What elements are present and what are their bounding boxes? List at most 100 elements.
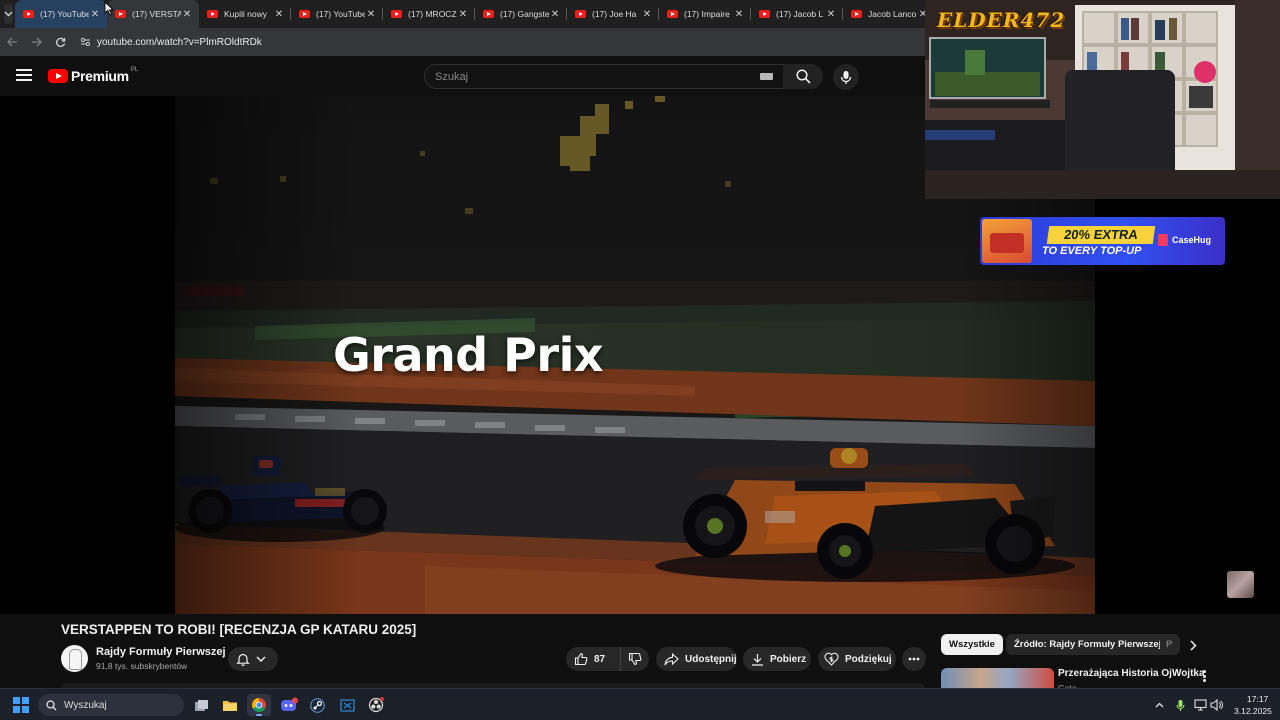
- search-icon: [795, 69, 811, 84]
- chip-source-channel[interactable]: Źródło: Rajdy Formuły Pierwszej: [1006, 634, 1170, 655]
- browser-tab[interactable]: (17) MROCZ ✕: [383, 0, 475, 28]
- tab-close-icon[interactable]: ✕: [89, 9, 101, 20]
- tab-close-icon[interactable]: ✕: [641, 9, 653, 20]
- share-button[interactable]: Udostępnij: [656, 647, 737, 671]
- tab-title: (17) YouTube: [40, 9, 89, 19]
- browser-tab[interactable]: (17) VERSTAPPEN✕: [107, 0, 199, 28]
- tab-title: (17) Joe Ha: [592, 9, 637, 19]
- tab-close-icon[interactable]: ✕: [733, 9, 745, 20]
- video-title: VERSTAPPEN TO ROBI! [RECENZJA GP KATARU …: [61, 622, 417, 637]
- windows-taskbar: Wyszukaj 17:17 3.12.2025: [0, 688, 1280, 720]
- country-code: PL: [130, 67, 139, 73]
- tab-close-icon[interactable]: ✕: [825, 9, 837, 20]
- clock-date[interactable]: 3.12.2025: [1234, 706, 1272, 716]
- tab-title: (17) VERSTAPPEN: [132, 9, 181, 19]
- tab-search-button[interactable]: [4, 4, 13, 24]
- youtube-favicon-icon: [299, 10, 310, 18]
- channel-name[interactable]: Rajdy Formuły Pierwszej: [96, 646, 226, 658]
- obs-icon: [368, 697, 384, 713]
- download-button[interactable]: Pobierz: [743, 647, 811, 671]
- taskbar-search-placeholder: Wyszukaj: [64, 699, 107, 711]
- search-icon: [46, 699, 57, 710]
- site-info-icon[interactable]: [76, 37, 94, 47]
- chevron-up-icon: [1155, 702, 1163, 708]
- clock-time[interactable]: 17:17: [1247, 694, 1268, 704]
- tab-title: (17) Jacob L: [776, 9, 824, 19]
- network-tray-button[interactable]: [1193, 698, 1207, 712]
- more-actions-button[interactable]: [902, 647, 926, 671]
- tab-close-icon[interactable]: ✕: [917, 9, 925, 20]
- youtube-favicon-icon: [115, 10, 126, 18]
- arrow-left-icon: [6, 37, 17, 47]
- address-bar[interactable]: youtube.com/watch?v=PlmROldtRDk: [76, 31, 917, 53]
- browser-tab[interactable]: (17) Joe Ha ✕: [567, 0, 659, 28]
- channel-avatar[interactable]: [61, 645, 88, 672]
- youtube-masthead: Premium PL: [0, 56, 925, 96]
- obs-app[interactable]: [364, 694, 388, 716]
- spreadsheet-icon: [339, 698, 355, 712]
- tab-title: (17) YouTube: [316, 9, 365, 19]
- steam-app[interactable]: [305, 694, 329, 716]
- chips-next-button[interactable]: [1184, 636, 1202, 654]
- volume-tray-button[interactable]: [1209, 698, 1223, 712]
- browser-tab[interactable]: (17) YouTube ✕: [291, 0, 383, 28]
- chrome-app[interactable]: [247, 694, 271, 716]
- browser-tab[interactable]: (17) YouTube ✕: [15, 0, 107, 28]
- browser-tab[interactable]: Jacob Lanco ✕: [843, 0, 925, 28]
- tab-close-icon[interactable]: ✕: [549, 9, 561, 20]
- like-button[interactable]: 87: [566, 647, 621, 671]
- chevron-down-icon: [256, 656, 266, 662]
- thanks-label: Podziękuj: [845, 653, 892, 665]
- browser-tab[interactable]: Kupili nowy ✕: [199, 0, 291, 28]
- thanks-button[interactable]: Podziękuj: [818, 647, 896, 671]
- taskbar-search[interactable]: Wyszukaj: [38, 694, 184, 716]
- subscriber-count: 91,8 tys. subskrybentów: [96, 661, 188, 671]
- back-button[interactable]: [0, 30, 24, 54]
- tab-close-icon[interactable]: ✕: [457, 9, 469, 20]
- task-view-button[interactable]: [189, 694, 213, 716]
- chip-next[interactable]: P: [1160, 634, 1180, 655]
- tab-close-icon[interactable]: ✕: [181, 9, 193, 20]
- chip-all[interactable]: Wszystkie: [941, 634, 1003, 655]
- search-input[interactable]: [435, 70, 760, 83]
- download-label: Pobierz: [770, 653, 807, 665]
- keyboard-icon[interactable]: [760, 73, 773, 80]
- sponsor-banner[interactable]: 20% EXTRA TO EVERY TOP-UP CaseHug: [980, 217, 1225, 265]
- sponsor-brand-name: CaseHug: [1172, 235, 1212, 245]
- tab-strip: (17) YouTube✕(17) VERSTAPPEN✕Kupili nowy…: [0, 0, 925, 28]
- youtube-favicon-icon: [759, 10, 770, 18]
- recommended-thumbnail[interactable]: [941, 668, 1054, 690]
- microphone-tray-button[interactable]: [1173, 698, 1187, 712]
- tab-close-icon[interactable]: ✕: [273, 9, 285, 20]
- browser-tab[interactable]: (17) Impaire ✕: [659, 0, 751, 28]
- dislike-button[interactable]: [621, 647, 649, 671]
- recommended-menu-button[interactable]: [1199, 668, 1209, 684]
- download-icon: [751, 653, 764, 666]
- casehug-logo-icon: [1158, 234, 1168, 246]
- youtube-favicon-icon: [667, 10, 678, 18]
- microphone-icon: [1175, 699, 1185, 711]
- recommended-title[interactable]: Przerażająca Historia OjWojtka: [1058, 668, 1205, 679]
- like-dislike-group: 87: [566, 647, 649, 671]
- reload-button[interactable]: [48, 30, 72, 54]
- folder-icon: [223, 700, 237, 711]
- tab-close-icon[interactable]: ✕: [365, 9, 377, 20]
- show-hidden-icons-button[interactable]: [1152, 698, 1166, 712]
- windows-logo-icon: [13, 697, 20, 704]
- guide-menu-button[interactable]: [16, 69, 32, 83]
- forward-button[interactable]: [24, 30, 48, 54]
- mini-thumbnail[interactable]: [1227, 571, 1254, 598]
- browser-tab[interactable]: (17) Gangste ✕: [475, 0, 567, 28]
- discord-app[interactable]: [277, 694, 301, 716]
- thumbs-up-icon: [574, 652, 588, 666]
- excel-like-app[interactable]: [335, 694, 359, 716]
- youtube-favicon-icon: [207, 10, 218, 18]
- search-button[interactable]: [783, 64, 823, 89]
- windows-start-button[interactable]: [13, 697, 29, 713]
- browser-tab[interactable]: (17) Jacob L ✕: [751, 0, 843, 28]
- notification-bell-button[interactable]: [228, 647, 278, 671]
- youtube-logo[interactable]: Premium PL: [48, 67, 139, 84]
- voice-search-button[interactable]: [833, 64, 859, 90]
- task-view-icon: [194, 699, 208, 711]
- file-explorer-app[interactable]: [218, 694, 242, 716]
